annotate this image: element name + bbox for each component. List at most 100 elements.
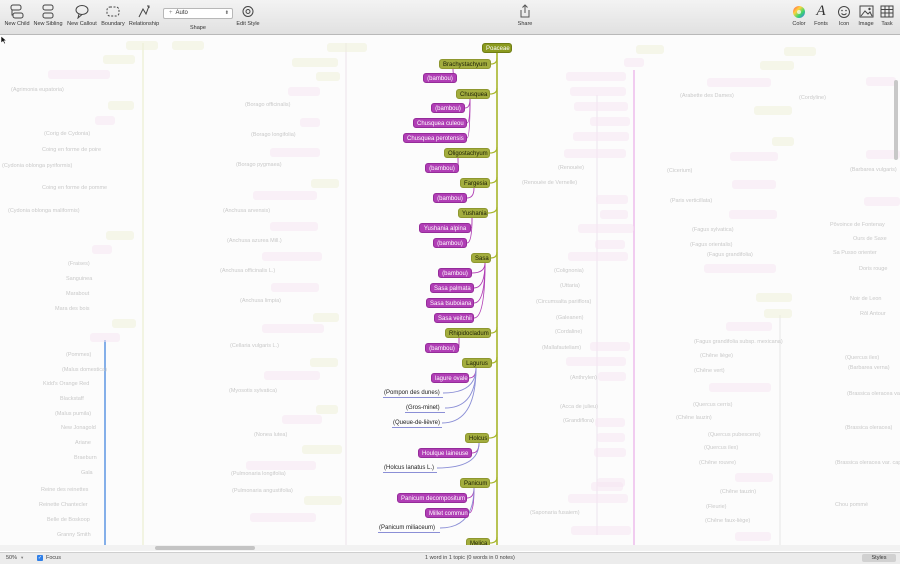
- genus-topic[interactable]: Yushania: [458, 208, 488, 218]
- faded-topic-label: (Cydonia oblonga pyriformis): [2, 163, 73, 169]
- genus-topic[interactable]: Brachystachyum: [439, 59, 491, 69]
- boundary-button[interactable]: Boundary: [100, 3, 126, 27]
- faded-topic-label: (Cellaria vulgaris L.): [230, 343, 279, 349]
- species-topic[interactable]: Sasa palmata: [430, 283, 474, 293]
- faded-topic: [578, 224, 634, 233]
- task-button[interactable]: Task: [877, 3, 897, 27]
- faded-topic-label: (Cordaline): [555, 329, 583, 335]
- vertical-scrollbar[interactable]: [894, 80, 898, 160]
- faded-topic: [590, 342, 630, 351]
- species-topic[interactable]: Sasa veitchii: [434, 313, 474, 323]
- zoom-select[interactable]: 50% ▾: [6, 555, 23, 561]
- relationship-label: Relationship: [128, 21, 160, 27]
- new-sibling-label: New Sibling: [33, 21, 63, 27]
- species-topic[interactable]: Chusquea perotensis: [403, 133, 467, 143]
- fonts-button[interactable]: A Fonts: [811, 3, 831, 27]
- species-topic[interactable]: (bambou): [425, 343, 459, 353]
- faded-topic-label: Belle de Boskoop: [47, 517, 90, 523]
- species-topic[interactable]: lagure ovale: [431, 373, 469, 383]
- faded-topic: [112, 319, 136, 328]
- species-topic[interactable]: (bambou): [433, 238, 467, 248]
- faded-topic-label: (Anchusa officinalis L.): [220, 268, 276, 274]
- faded-topic: [292, 58, 338, 67]
- species-topic[interactable]: Millet commun: [425, 508, 469, 518]
- species-topic[interactable]: (bambou): [431, 103, 465, 113]
- faded-topic-label: (Circumsalta pariiflora): [536, 299, 592, 305]
- faded-topic-label: (Quercus ilex): [845, 355, 880, 361]
- color-button[interactable]: Color: [788, 3, 810, 27]
- fonts-icon: A: [816, 3, 826, 19]
- faded-topic: [732, 180, 776, 189]
- faded-topic-label: Granny Smith: [57, 532, 91, 538]
- species-topic[interactable]: Sasa tsuboiana: [426, 298, 474, 308]
- species-topic[interactable]: (bambou): [425, 163, 459, 173]
- image-button[interactable]: Image: [855, 3, 877, 27]
- faded-topic-label: (Quercus pubescens): [708, 432, 761, 438]
- faded-topic: [95, 116, 115, 125]
- species-topic[interactable]: (bambou): [433, 193, 467, 203]
- genus-topic[interactable]: Fargesia: [460, 178, 490, 188]
- species-topic[interactable]: (bambou): [423, 73, 457, 83]
- faded-topic-label: (Colignonia): [554, 268, 584, 274]
- species-topic[interactable]: Yushania alpina: [419, 223, 471, 233]
- new-callout-button[interactable]: New Callout: [66, 3, 98, 27]
- edit-style-button[interactable]: Edit Style: [234, 3, 262, 27]
- faded-topic-label: (Anchusa azurea Mill.): [227, 238, 282, 244]
- note-topic[interactable]: (Pompon des dunes): [383, 388, 443, 398]
- faded-topic-label: Reinette Chantecler: [39, 502, 88, 508]
- faded-topic: [726, 322, 772, 331]
- faded-topic: [300, 118, 320, 127]
- genus-topic[interactable]: Panicum: [460, 478, 490, 488]
- faded-topic: [600, 210, 628, 219]
- genus-topic[interactable]: Chusquea: [456, 89, 490, 99]
- faded-topic: [564, 149, 626, 158]
- genus-topic[interactable]: Lagurus: [462, 358, 492, 368]
- share-button[interactable]: Share: [513, 3, 537, 27]
- faded-topic-label: (Myosotis sylvatica): [229, 388, 277, 394]
- status-bar: 50% ▾ ✓ Focus 1 word in 1 topic (0 words …: [0, 552, 900, 564]
- faded-topic-label: Marabout: [66, 291, 90, 297]
- shape-select[interactable]: + Auto ⬍: [163, 8, 233, 19]
- shape-label: Shape: [190, 25, 206, 31]
- root-topic[interactable]: Poaceae: [482, 43, 512, 53]
- faded-topic-label: (Pulmonaria longifolia): [231, 471, 286, 477]
- faded-topic-label: (Corig de Cydonia): [44, 131, 91, 137]
- note-topic[interactable]: (Panicum miliaceum): [378, 523, 440, 533]
- species-topic[interactable]: (bambou): [438, 268, 472, 278]
- faded-topic-label: (Paris verticillata): [670, 198, 713, 204]
- faded-topic-label: (Arabette des Dames): [680, 93, 734, 99]
- faded-topic: [270, 148, 320, 157]
- new-child-button[interactable]: New Child: [4, 3, 30, 27]
- genus-topic[interactable]: Sasa: [471, 253, 491, 263]
- faded-topic-label: Sa Pusso orienter: [833, 250, 877, 256]
- species-topic[interactable]: Chusquea culeou: [413, 118, 467, 128]
- faded-topic: [571, 526, 631, 535]
- faded-topic-label: (Chêne lauzin): [676, 415, 712, 421]
- shape-value: Auto: [175, 10, 188, 16]
- species-topic[interactable]: Houlque laineuse: [418, 448, 472, 458]
- faded-topic-label: Blackstaff: [60, 396, 84, 402]
- genus-topic[interactable]: Rhipidocladum: [445, 328, 491, 338]
- note-topic[interactable]: (Queue-de-lièvre): [392, 418, 442, 428]
- genus-topic[interactable]: Holcus: [465, 433, 489, 443]
- note-topic[interactable]: (Holcus lanatus L.): [383, 463, 437, 473]
- horizontal-scroll-thumb[interactable]: [155, 546, 255, 550]
- icon-label: Icon: [838, 21, 850, 27]
- horizontal-scrollbar[interactable]: [0, 545, 900, 551]
- faded-topic-label: (Fagus orientalis): [690, 242, 733, 248]
- genus-topic[interactable]: Oligostachyum: [444, 148, 490, 158]
- faded-topic: [707, 78, 771, 87]
- faded-topic-label: (Quercus ilex): [704, 445, 739, 451]
- faded-topic: [568, 494, 628, 503]
- focus-toggle[interactable]: ✓ Focus: [37, 555, 61, 561]
- note-topic[interactable]: (Gros-minet): [405, 403, 445, 413]
- new-sibling-button[interactable]: New Sibling: [33, 3, 63, 27]
- species-topic[interactable]: Panicum decompositum: [397, 493, 467, 503]
- relationship-button[interactable]: Relationship: [128, 3, 160, 27]
- mind-map-canvas[interactable]: (Agrimonia eupatoria) (Corig de Cydonia) C…: [0, 35, 900, 550]
- mouse-cursor-icon: [0, 35, 8, 45]
- faded-topic: [92, 245, 112, 254]
- icon-button[interactable]: Icon: [834, 3, 854, 27]
- styles-button[interactable]: Styles: [862, 554, 896, 562]
- faded-topic: [735, 473, 773, 482]
